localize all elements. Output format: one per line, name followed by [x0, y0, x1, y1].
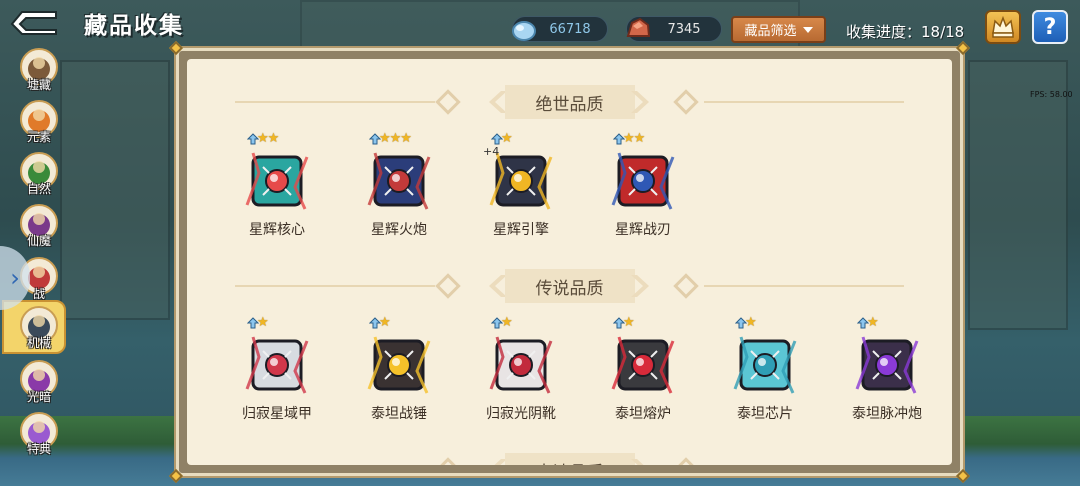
ore-resource: 7345	[626, 16, 722, 42]
collectible-artwork-icon	[605, 327, 681, 403]
sidebar-item-label: 特典	[26, 442, 51, 456]
item-name: 泰坦战锤	[371, 406, 427, 422]
fps-counter: FPS: 58.00	[1030, 90, 1073, 99]
collectible-artwork-icon	[483, 327, 559, 403]
sidebar-item-robot[interactable]: 机械	[2, 300, 66, 354]
star-rating: ★	[501, 131, 513, 146]
diamond-ornament-icon	[435, 457, 461, 465]
sidebar-item-label: 元素	[26, 130, 51, 144]
divider-line	[235, 285, 435, 287]
item-name: 泰坦芯片	[737, 406, 793, 422]
chevron-right-ornament-icon	[625, 455, 655, 465]
blue-stone-icon	[512, 21, 536, 41]
item-name: 归寂星域甲	[242, 406, 312, 422]
crown-reward-icon	[992, 15, 1014, 38]
collection-item[interactable]: ★ 归寂星域甲	[225, 315, 329, 427]
collection-item[interactable]: ★ 泰坦熔炉	[591, 315, 695, 427]
collection-panel: 绝世品质 ★★ 星辉核心 ★★★ 星辉火炮 ★ +4 星辉引擎 ★★ 星辉战刃 …	[168, 40, 971, 484]
sidebar-item-tree[interactable]: 自然	[18, 152, 60, 200]
star-rating: ★★★	[379, 131, 412, 146]
collection-item[interactable]: ★★ 星辉战刃	[591, 131, 695, 243]
sidebar-item-label: 仙魔	[26, 234, 51, 248]
star-rating: ★	[623, 315, 635, 330]
sidebar-item-bag[interactable]: 墟藏	[18, 48, 60, 96]
collection-progress: 收集进度：18/18	[846, 23, 965, 41]
item-name: 星辉火炮	[371, 222, 427, 238]
collection-item[interactable]: ★ 泰坦脉冲炮	[835, 315, 939, 427]
section-title: 绝世品质	[504, 85, 635, 119]
chevron-right-ornament-icon	[625, 271, 655, 301]
collection-list[interactable]: 绝世品质 ★★ 星辉核心 ★★★ 星辉火炮 ★ +4 星辉引擎 ★★ 星辉战刃 …	[187, 59, 952, 465]
page-title: 藏品收集	[84, 13, 184, 39]
back-arrow-icon	[10, 11, 57, 35]
panel-corner-ornament	[168, 40, 184, 56]
quality-section-header: 传说品质	[187, 267, 952, 305]
diamond-ornament-icon	[673, 457, 699, 465]
panel-corner-ornament	[955, 40, 971, 56]
sidebar-item-label: 光暗	[26, 390, 51, 404]
collectible-artwork-icon	[239, 143, 315, 219]
item-name: 星辉战刃	[615, 222, 671, 238]
sidebar-item-label: 墟藏	[26, 78, 51, 92]
section-title: 史诗品质	[504, 453, 635, 465]
star-rating: ★	[501, 315, 513, 330]
diamond-ornament-icon	[673, 89, 699, 115]
sidebar-item-flame[interactable]: 元素	[18, 100, 60, 148]
red-ore-icon	[626, 17, 651, 37]
divider-line	[704, 285, 904, 287]
item-name: 泰坦脉冲炮	[852, 406, 922, 422]
collectible-artwork-icon	[849, 327, 925, 403]
collection-item[interactable]: ★★ 星辉核心	[225, 131, 329, 243]
reward-button[interactable]	[985, 10, 1021, 44]
dropdown-caret-icon	[802, 26, 813, 33]
collectible-artwork-icon	[361, 143, 437, 219]
collection-item[interactable]: ★ 泰坦战锤	[347, 315, 451, 427]
quality-section-header: 绝世品质	[187, 83, 952, 121]
back-button[interactable]	[10, 8, 60, 36]
collectible-artwork-icon	[727, 327, 803, 403]
sidebar-item-light-dark[interactable]: 光暗	[18, 360, 60, 408]
divider-line	[704, 101, 904, 103]
item-name: 星辉核心	[249, 222, 305, 238]
diamond-ornament-icon	[435, 89, 461, 115]
collection-item[interactable]: ★★★ 星辉火炮	[347, 131, 451, 243]
chevron-right-ornament-icon	[625, 87, 655, 117]
filter-label: 藏品筛选	[744, 24, 797, 39]
star-rating: ★	[379, 315, 391, 330]
collectible-artwork-icon	[239, 327, 315, 403]
collection-filter-button[interactable]: 藏品筛选	[731, 16, 826, 43]
sidebar-item-label: 机械	[26, 336, 51, 350]
collectible-artwork-icon	[361, 327, 437, 403]
item-name: 星辉引擎	[493, 222, 549, 238]
star-rating: ★★	[257, 131, 279, 146]
item-name: 归寂光阴靴	[486, 406, 556, 422]
background-ruin-right	[968, 60, 1068, 330]
sidebar-item-label: 自然	[26, 182, 51, 196]
collectible-artwork-icon	[605, 143, 681, 219]
diamond-ornament-icon	[435, 273, 461, 299]
star-rating: ★	[257, 315, 269, 330]
quality-section-header: 史诗品质	[187, 451, 952, 465]
collection-item[interactable]: ★ 归寂光阴靴	[469, 315, 573, 427]
stone-resource: 66718	[512, 16, 608, 42]
star-rating: ★	[867, 315, 879, 330]
star-rating: ★	[745, 315, 757, 330]
collection-item[interactable]: ★ 泰坦芯片	[713, 315, 817, 427]
diamond-ornament-icon	[673, 273, 699, 299]
sidebar-item-demon[interactable]: 仙魔	[18, 204, 60, 252]
sidebar-item-special[interactable]: 特典	[18, 412, 60, 460]
item-name: 泰坦熔炉	[615, 406, 671, 422]
bonus-level: +4	[483, 145, 500, 158]
help-button[interactable]: ?	[1032, 10, 1068, 44]
star-rating: ★★	[623, 131, 645, 146]
background-ruin-left	[60, 60, 170, 320]
collection-item[interactable]: ★ +4 星辉引擎	[469, 131, 573, 243]
section-title: 传说品质	[504, 269, 635, 303]
divider-line	[235, 101, 435, 103]
